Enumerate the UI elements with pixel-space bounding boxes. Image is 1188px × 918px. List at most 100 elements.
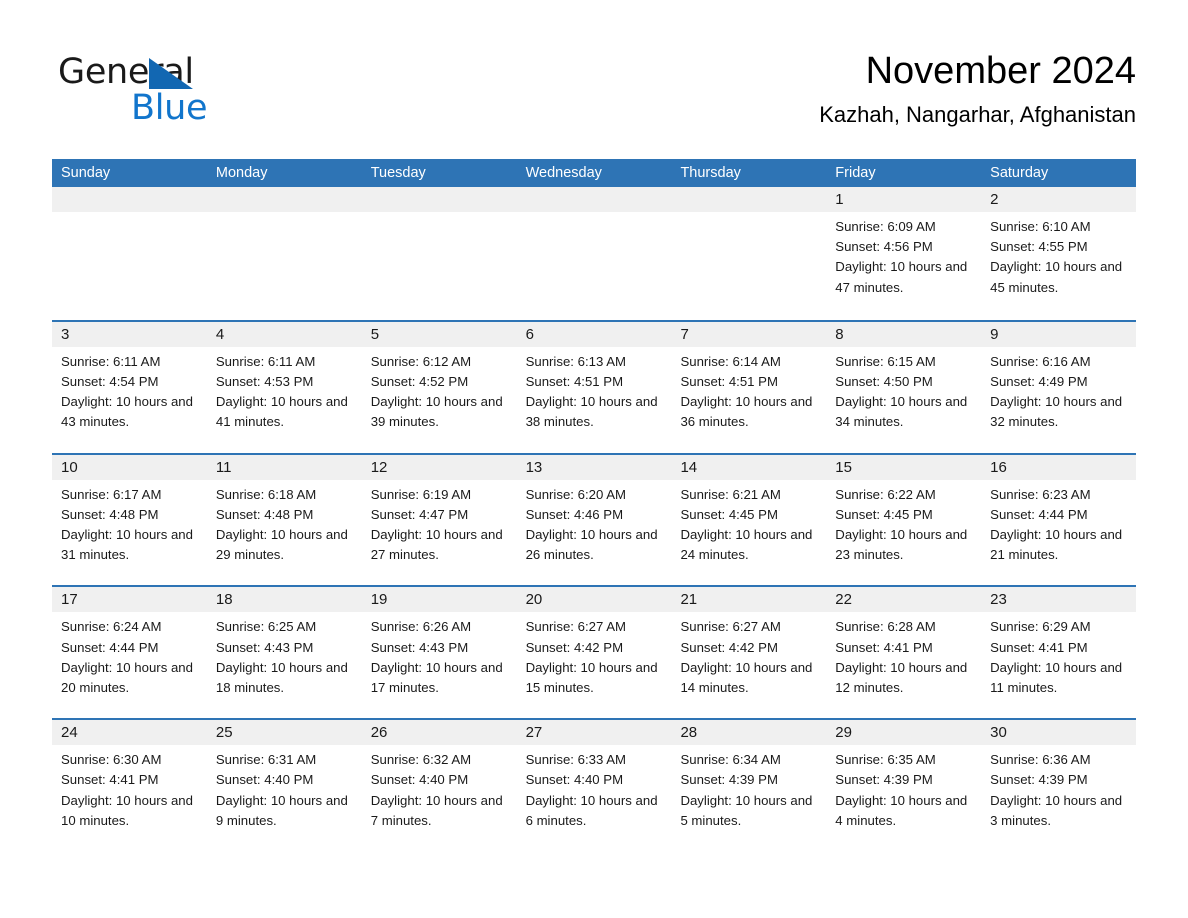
day-details: Sunrise: 6:21 AM Sunset: 4:45 PM Daylight:… <box>671 480 826 566</box>
calendar-day-cell[interactable]: 13 Sunrise: 6:20 AM Sunset: 4:46 PM Dayligh… <box>516 454 672 586</box>
calendar-day-cell[interactable]: 17 Sunrise: 6:24 AM Sunset: 4:44 PM Dayligh… <box>52 587 207 719</box>
sunrise-text: Sunrise: 6:18 AM <box>215 486 317 502</box>
day-number: 27 <box>516 720 672 746</box>
day-number: 24 <box>52 720 207 746</box>
calendar-day-cell[interactable]: 22 Sunrise: 6:28 AM Sunset: 4:41 PM Dayligh… <box>826 587 982 719</box>
day-number: 6 <box>516 321 672 347</box>
calendar-day-cell[interactable]: 1 Sunrise: 6:09 AM Sunset: 4:56 PM Daylight… <box>826 187 982 320</box>
sunrise-text: Sunrise: 6:31 AM <box>215 752 317 768</box>
calendar-day-cell[interactable]: 26 Sunrise: 6:32 AM Sunset: 4:40 PM Dayligh… <box>361 720 517 852</box>
day-number: 13 <box>516 454 672 480</box>
daylight-text: Daylight: 10 hours and 6 minutes. <box>525 792 658 828</box>
weekday-header-monday: Monday <box>215 165 268 181</box>
sunset-text: Sunset: 4:51 PM <box>680 374 778 390</box>
calendar-day-cell[interactable]: 6 Sunrise: 6:13 AM Sunset: 4:51 PM Daylight… <box>516 321 672 453</box>
day-details: Sunrise: 6:22 AM Sunset: 4:45 PM Daylight:… <box>826 480 981 566</box>
calendar-day-cell[interactable]: 21 Sunrise: 6:27 AM Sunset: 4:42 PM Dayligh… <box>671 587 827 719</box>
calendar-day-cell[interactable]: 16 Sunrise: 6:23 AM Sunset: 4:44 PM Dayligh… <box>981 454 1137 586</box>
calendar-day-cell[interactable]: 3 Sunrise: 6:11 AM Sunset: 4:54 PM Daylight… <box>52 321 207 453</box>
day-details: Sunrise: 6:25 AM Sunset: 4:43 PM Daylight:… <box>207 612 362 698</box>
sunrise-text: Sunrise: 6:15 AM <box>835 353 936 369</box>
calendar-week-row: 17 Sunrise: 6:24 AM Sunset: 4:44 PM Dayligh… <box>52 585 1137 719</box>
day-number: 22 <box>826 587 982 613</box>
calendar-day-cell[interactable]: 11 Sunrise: 6:18 AM Sunset: 4:48 PM Dayligh… <box>206 454 362 586</box>
weekday-header-wednesday: Wednesday <box>525 165 602 181</box>
day-details: Sunrise: 6:13 AM Sunset: 4:51 PM Daylight:… <box>517 347 672 433</box>
calendar-day-cell[interactable]: 24 Sunrise: 6:30 AM Sunset: 4:41 PM Dayligh… <box>52 720 207 852</box>
weekday-header-row: Sunday Monday Tuesday Wednesday Thursday Frid… <box>52 159 1136 187</box>
sunrise-text: Sunrise: 6:32 AM <box>370 752 472 768</box>
day-number <box>516 187 672 212</box>
daylight-text: Daylight: 10 hours and 10 minutes. <box>61 792 193 828</box>
daylight-text: Daylight: 10 hours and 41 minutes. <box>215 394 348 430</box>
daylight-text: Daylight: 10 hours and 11 minutes. <box>990 659 1123 696</box>
sunset-text: Sunset: 4:39 PM <box>990 772 1088 788</box>
calendar-day-cell[interactable]: 14 Sunrise: 6:21 AM Sunset: 4:45 PM Dayligh… <box>671 454 827 586</box>
calendar-day-cell[interactable]: 23 Sunrise: 6:29 AM Sunset: 4:41 PM Dayligh… <box>981 587 1137 719</box>
sunset-text: Sunset: 4:40 PM <box>215 772 314 788</box>
calendar-page: General Blue November 2024 Kazhah, Nanga… <box>0 0 1188 918</box>
daylight-text: Daylight: 10 hours and 32 minutes. <box>990 394 1123 430</box>
day-details: Sunrise: 6:32 AM Sunset: 4:40 PM Daylight:… <box>362 745 517 831</box>
day-number: 3 <box>52 321 207 347</box>
calendar-day-cell[interactable]: 5 Sunrise: 6:12 AM Sunset: 4:52 PM Daylight… <box>361 321 517 453</box>
calendar-day-cell[interactable]: 28 Sunrise: 6:34 AM Sunset: 4:39 PM Dayligh… <box>671 720 827 852</box>
daylight-text: Daylight: 10 hours and 5 minutes. <box>680 792 813 828</box>
calendar-day-cell[interactable]: 20 Sunrise: 6:27 AM Sunset: 4:42 PM Dayligh… <box>516 587 672 719</box>
calendar-day-cell[interactable]: 9 Sunrise: 6:16 AM Sunset: 4:49 PM Daylight… <box>981 321 1137 453</box>
weekday-header-thursday: Thursday <box>680 165 741 181</box>
daylight-text: Daylight: 10 hours and 36 minutes. <box>680 394 813 430</box>
sunrise-text: Sunrise: 6:11 AM <box>61 353 161 369</box>
calendar-day-cell[interactable]: 12 Sunrise: 6:19 AM Sunset: 4:47 PM Dayligh… <box>361 454 517 586</box>
calendar-day-cell[interactable]: 15 Sunrise: 6:22 AM Sunset: 4:45 PM Dayligh… <box>826 454 982 586</box>
daylight-text: Daylight: 10 hours and 38 minutes. <box>525 394 658 430</box>
general-blue-logo: General Blue <box>58 52 318 128</box>
sunset-text: Sunset: 4:56 PM <box>835 239 933 255</box>
calendar-day-cell[interactable]: 7 Sunrise: 6:14 AM Sunset: 4:51 PM Daylight… <box>671 321 827 453</box>
daylight-text: Daylight: 10 hours and 26 minutes. <box>525 527 658 563</box>
calendar-body: 1 Sunrise: 6:09 AM Sunset: 4:56 PM Daylight… <box>52 187 1137 852</box>
sunrise-text: Sunrise: 6:28 AM <box>835 619 936 635</box>
sunset-text: Sunset: 4:45 PM <box>680 506 778 522</box>
calendar-day-cell-empty <box>52 187 207 320</box>
day-number <box>361 187 517 212</box>
sunset-text: Sunset: 4:44 PM <box>61 639 159 655</box>
calendar-day-cell[interactable]: 10 Sunrise: 6:17 AM Sunset: 4:48 PM Dayligh… <box>52 454 207 586</box>
day-details: Sunrise: 6:09 AM Sunset: 4:56 PM Daylight:… <box>826 212 981 298</box>
calendar-day-cell[interactable]: 19 Sunrise: 6:26 AM Sunset: 4:43 PM Dayligh… <box>361 587 517 719</box>
sunset-text: Sunset: 4:41 PM <box>61 772 159 788</box>
calendar-day-cell[interactable]: 4 Sunrise: 6:11 AM Sunset: 4:53 PM Daylight… <box>206 321 362 453</box>
day-details: Sunrise: 6:10 AM Sunset: 4:55 PM Daylight:… <box>981 212 1136 298</box>
daylight-text: Daylight: 10 hours and 31 minutes. <box>61 527 193 563</box>
day-details: Sunrise: 6:11 AM Sunset: 4:54 PM Daylight:… <box>52 347 207 433</box>
weekday-header-tuesday: Tuesday <box>370 165 426 181</box>
calendar-grid: Sunday Monday Tuesday Wednesday Thursday Frid… <box>52 159 1137 852</box>
calendar-day-cell[interactable]: 30 Sunrise: 6:36 AM Sunset: 4:39 PM Dayligh… <box>981 720 1137 852</box>
day-number: 7 <box>671 321 827 347</box>
page-subtitle: Kazhah, Nangarhar, Afghanistan <box>819 102 1136 127</box>
day-details: Sunrise: 6:12 AM Sunset: 4:52 PM Daylight:… <box>362 347 517 433</box>
calendar-day-cell[interactable]: 2 Sunrise: 6:10 AM Sunset: 4:55 PM Daylight… <box>981 187 1137 320</box>
sunset-text: Sunset: 4:45 PM <box>835 506 933 522</box>
title-block: November 2024 Kazhah, Nangarhar, Afghani… <box>376 48 1136 128</box>
sunrise-text: Sunrise: 6:10 AM <box>990 219 1091 234</box>
day-details: Sunrise: 6:11 AM Sunset: 4:53 PM Daylight:… <box>207 347 362 433</box>
calendar-day-cell[interactable]: 25 Sunrise: 6:31 AM Sunset: 4:40 PM Dayligh… <box>206 720 362 852</box>
day-number: 10 <box>52 454 207 480</box>
sunrise-text: Sunrise: 6:11 AM <box>215 353 316 369</box>
sunset-text: Sunset: 4:48 PM <box>61 506 159 522</box>
calendar-day-cell-empty <box>671 187 827 320</box>
day-number: 9 <box>981 321 1137 347</box>
sunset-text: Sunset: 4:47 PM <box>370 506 469 522</box>
calendar-day-cell[interactable]: 18 Sunrise: 6:25 AM Sunset: 4:43 PM Dayligh… <box>206 587 362 719</box>
calendar-day-cell[interactable]: 29 Sunrise: 6:35 AM Sunset: 4:39 PM Dayligh… <box>826 720 982 852</box>
sunrise-text: Sunrise: 6:29 AM <box>990 619 1091 635</box>
calendar-day-cell-empty <box>516 187 672 320</box>
calendar-week-row: 3 Sunrise: 6:11 AM Sunset: 4:54 PM Daylight… <box>52 319 1137 453</box>
sunrise-text: Sunrise: 6:33 AM <box>525 752 627 768</box>
daylight-text: Daylight: 10 hours and 15 minutes. <box>525 659 658 696</box>
calendar-day-cell[interactable]: 8 Sunrise: 6:15 AM Sunset: 4:50 PM Daylight… <box>826 321 982 453</box>
sunset-text: Sunset: 4:42 PM <box>525 639 624 655</box>
daylight-text: Daylight: 10 hours and 7 minutes. <box>370 792 503 828</box>
calendar-day-cell[interactable]: 27 Sunrise: 6:33 AM Sunset: 4:40 PM Dayligh… <box>516 720 672 852</box>
